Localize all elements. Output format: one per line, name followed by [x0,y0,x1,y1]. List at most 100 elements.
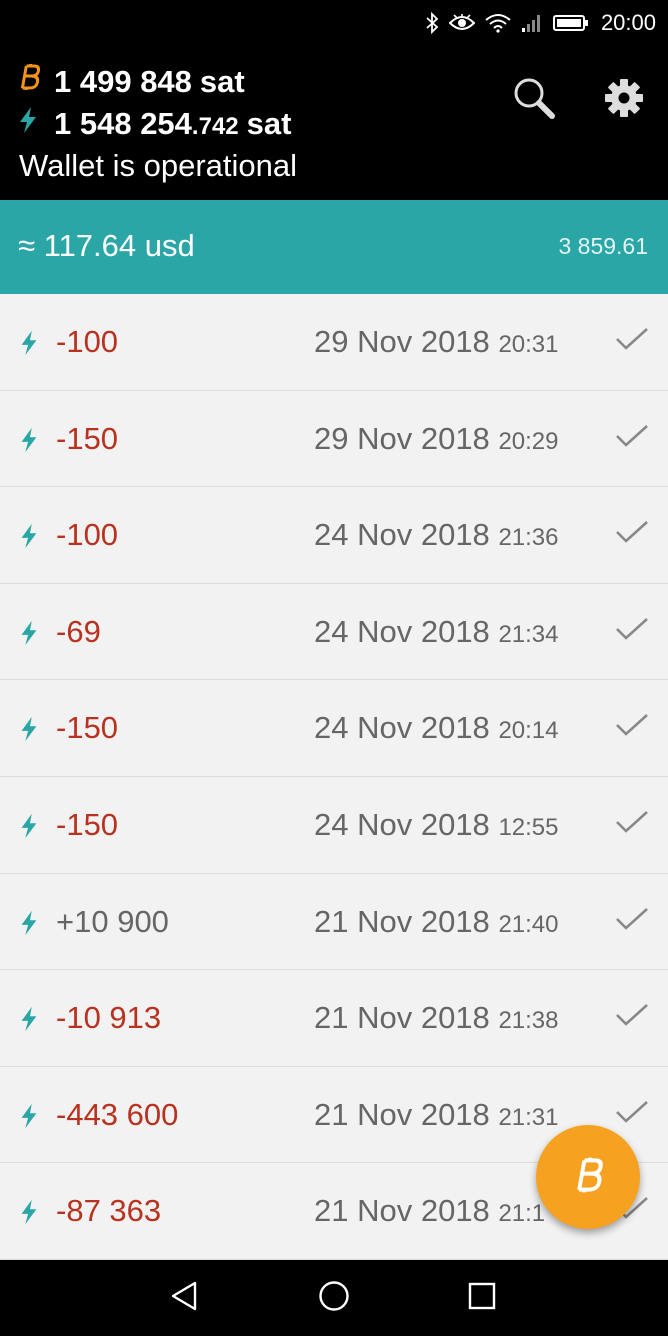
confirmed-check-icon [614,326,650,356]
lightning-icon [18,330,40,360]
transaction-row[interactable]: -150 24 Nov 2018 20:14 [0,680,668,777]
transaction-time: 21:1 [498,1200,546,1228]
recent-apps-button[interactable] [464,1280,500,1316]
lightning-balance-fraction: .742 [191,113,239,140]
confirmed-check-icon [614,616,650,646]
exchange-rate: 3 859.61 [558,233,648,259]
confirmed-check-icon [614,712,650,742]
confirmed-check-icon [614,519,650,549]
status-clock: 20:00 [600,10,656,35]
lightning-icon [18,716,40,746]
transaction-time: 21:31 [498,1103,559,1131]
transaction-time: 20:31 [498,331,559,358]
transaction-amount: +10 900 [56,903,169,939]
transaction-time: 12:55 [498,813,559,841]
confirmed-check-icon [614,1099,650,1129]
transaction-date-day: 24 Nov 2018 [314,710,490,746]
transaction-row[interactable]: -150 29 Nov 2018 20:29 [0,390,668,488]
transaction-row[interactable]: -69 24 Nov 2018 21:34 [0,583,668,681]
transaction-amount: -10 913 [56,1000,162,1036]
bluetooth-icon [425,12,439,34]
search-icon [512,76,556,124]
transaction-date-day: 24 Nov 2018 [314,613,490,649]
lightning-icon [18,620,40,650]
transaction-date-day: 29 Nov 2018 [314,420,490,456]
lightning-icon [18,523,40,553]
transaction-amount: -150 [56,806,119,842]
transaction-row[interactable]: -100 29 Nov 2018 20:31 [0,294,668,391]
transaction-row[interactable]: +10 900 21 Nov 2018 21:40 [0,873,668,971]
eye-icon [448,14,475,32]
transaction-time: 21:40 [498,910,559,938]
transaction-amount: -100 [56,324,119,359]
transaction-row[interactable]: -10 913 21 Nov 2018 21:38 [0,970,668,1067]
home-icon [318,1280,350,1316]
recent-apps-icon [467,1281,497,1315]
wifi-icon [485,13,511,33]
status-bar: 20:00 [0,0,668,46]
fiat-balance-bar[interactable]: ≈ 117.64 usd 3 859.61 [0,200,668,294]
transaction-time: 21:38 [498,1007,559,1035]
transaction-date-day: 29 Nov 2018 [314,324,490,359]
settings-button[interactable] [598,74,650,126]
confirmed-check-icon [614,809,650,839]
transaction-date-day: 21 Nov 2018 [314,1096,490,1132]
lightning-icon [18,1199,40,1229]
transaction-date: 29 Nov 2018 20:29 [314,421,559,457]
transaction-amount: -87 363 [56,1193,162,1229]
lightning-balance-row: 1 548 254.742 sat [18,106,291,142]
transaction-time: 21:34 [498,620,559,648]
transaction-row[interactable]: -150 24 Nov 2018 12:55 [0,776,668,874]
transaction-time: 21:36 [498,524,559,552]
transaction-date-day: 21 Nov 2018 [314,903,490,939]
transaction-date: 29 Nov 2018 20:31 [314,324,559,360]
fiat-balance: ≈ 117.64 usd [18,228,195,263]
home-button[interactable] [316,1280,352,1316]
lightning-icon [18,910,40,940]
transaction-date: 24 Nov 2018 21:34 [314,614,559,650]
lightning-icon [18,1006,40,1036]
search-button[interactable] [508,74,560,126]
transaction-time: 20:29 [498,427,559,455]
btc-balance-unit: sat [199,64,245,99]
receive-send-fab[interactable] [536,1125,640,1229]
transaction-date: 21 Nov 2018 21:40 [314,904,559,940]
confirmed-check-icon [614,423,650,453]
lightning-icon [18,106,44,134]
transaction-row[interactable]: -100 24 Nov 2018 21:36 [0,487,668,584]
lightning-balance-unit: sat [246,106,292,141]
transaction-amount: -150 [56,710,119,746]
transaction-date: 24 Nov 2018 21:36 [314,517,559,553]
signal-icon [521,13,543,33]
transaction-date-day: 21 Nov 2018 [314,1193,490,1229]
back-icon [169,1280,199,1316]
btc-balance: 1 499 848 [54,64,192,99]
lightning-icon [18,813,40,843]
confirmed-check-icon [614,1002,650,1032]
transaction-amount: -100 [56,517,119,553]
transaction-date-day: 24 Nov 2018 [314,806,490,842]
transaction-date: 24 Nov 2018 20:14 [314,710,559,746]
transaction-list[interactable]: -100 29 Nov 2018 20:31 -150 29 Nov 2018 20:… [0,294,668,1260]
transaction-date-day: 21 Nov 2018 [314,1000,490,1036]
bitcoin-icon [18,62,44,92]
transaction-amount: -69 [56,613,101,649]
status-icons: 20:00 [425,8,656,38]
settings-gear-icon [604,78,644,122]
transaction-date: 24 Nov 2018 12:55 [314,807,559,843]
wallet-header: 1 499 848 sat 1 548 254.742 sat Wallet i… [0,46,668,200]
back-button[interactable] [166,1280,202,1316]
bitcoin-icon [571,1155,605,1199]
transaction-date: 21 Nov 2018 21:38 [314,1000,559,1036]
lightning-balance: 1 548 254 [54,106,192,141]
system-nav-bar [0,1260,668,1336]
transaction-date-day: 24 Nov 2018 [314,517,490,553]
transaction-time: 20:14 [498,717,559,745]
transaction-date: 21 Nov 2018 21:1 [314,1193,545,1229]
transaction-amount: -150 [56,420,119,456]
lightning-icon [18,1103,40,1133]
transaction-amount: -443 600 [56,1096,179,1132]
btc-balance-row: 1 499 848 sat [18,62,245,100]
confirmed-check-icon [614,906,650,936]
battery-icon [552,14,589,32]
